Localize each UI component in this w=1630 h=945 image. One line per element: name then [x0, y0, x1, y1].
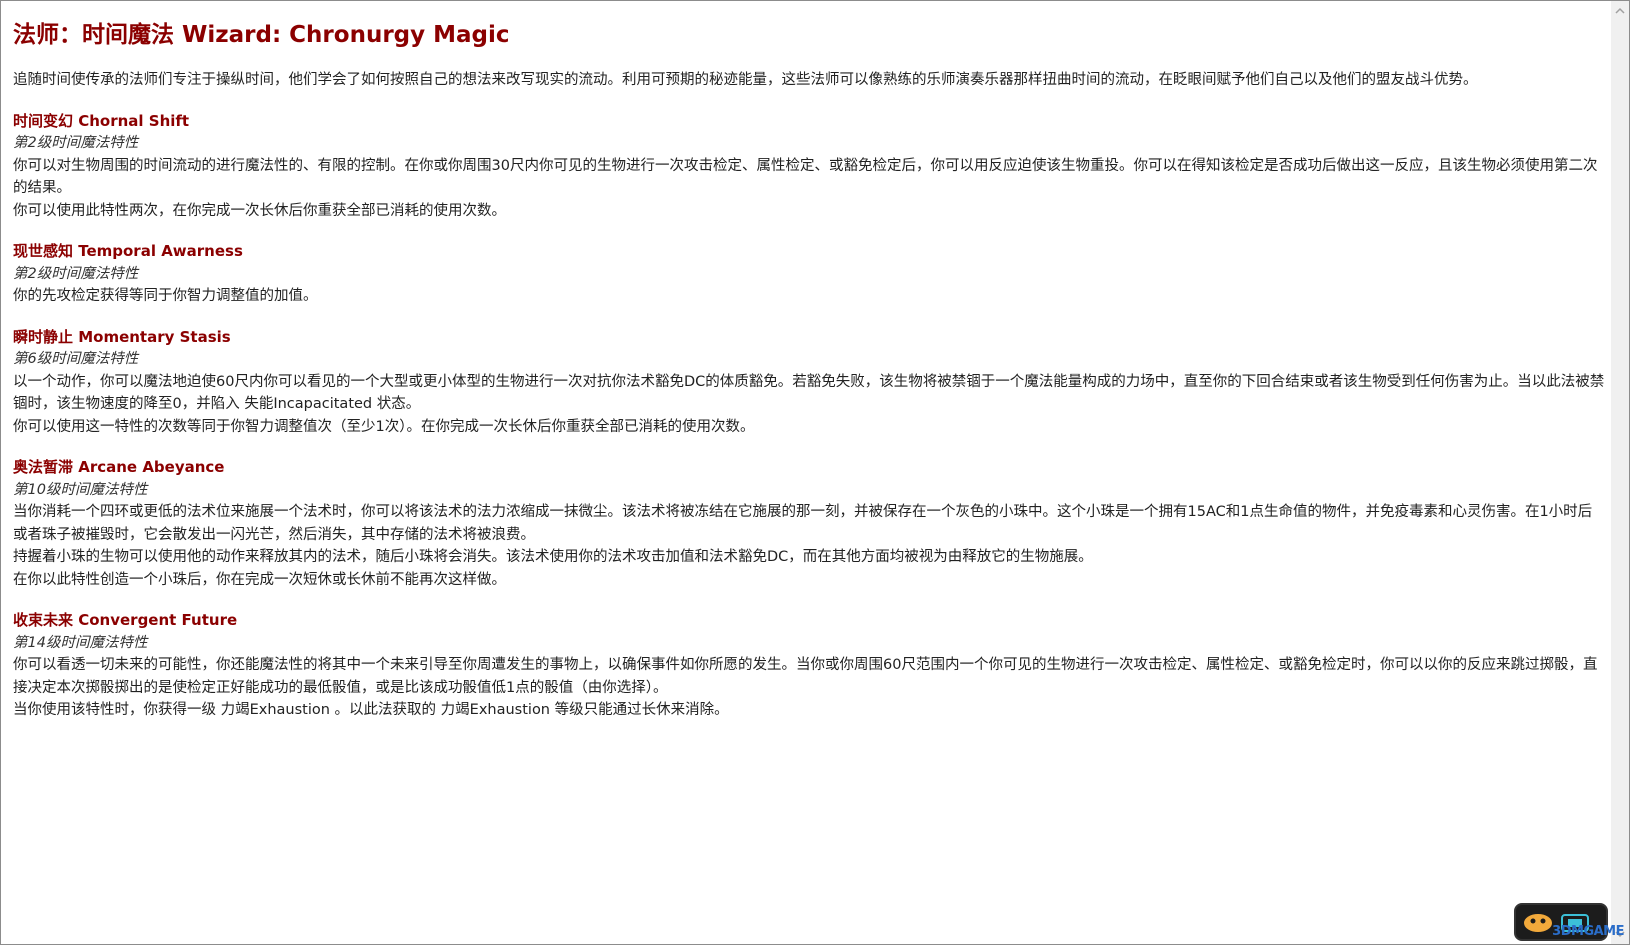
section-paragraph: 在你以此特性创造一个小珠后，你在完成一次短休或长休前不能再次这样做。	[13, 571, 506, 588]
section-paragraph: 你可以看透一切未来的可能性，你还能魔法性的将其中一个未来引导至你周遭发生的事物上…	[13, 657, 1598, 696]
section-paragraph: 你可以对生物周围的时间流动的进行魔法性的、有限的控制。在你或你周围30尺内你可见…	[13, 157, 1598, 197]
section-title: 瞬时静止 Momentary Stasis	[13, 327, 231, 346]
scrollbar-thumb[interactable]	[1615, 23, 1625, 923]
section-title: 收束未来 Convergent Future	[13, 611, 238, 629]
section-momentary-stasis: 瞬时静止 Momentary Stasis 第6级时间魔法特性 以一个动作，你可…	[13, 326, 1605, 439]
section-level: 第10级时间魔法特性	[13, 481, 148, 498]
section-paragraph: 以一个动作，你可以魔法地迫使60尺内你可以看见的一个大型或更小体型的生物进行一次…	[13, 373, 1605, 413]
document-content: 法师：时间魔法 Wizard: Chronurgy Magic 追随时间使传承的…	[13, 9, 1605, 740]
watermark: 3DMGAME	[1506, 897, 1624, 941]
section-paragraph: 持握着小珠的生物可以使用他的动作来释放其内的法术，随后小珠将会消失。该法术使用你…	[13, 549, 1093, 565]
section-level: 第6级时间魔法特性	[13, 351, 139, 367]
section-level: 第14级时间魔法特性	[13, 634, 148, 651]
page-title: 法师：时间魔法 Wizard: Chronurgy Magic	[13, 22, 510, 48]
section-paragraph: 你可以使用这一特性的次数等同于你智力调整值次（至少1次）。在你完成一次长休后你重…	[13, 418, 755, 435]
section-level: 第2级时间魔法特性	[13, 265, 139, 282]
section-title: 奥法暂滞 Arcane Abeyance	[13, 458, 225, 476]
section-arcane-abeyance: 奥法暂滞 Arcane Abeyance 第10级时间魔法特性 当你消耗一个四环…	[13, 456, 1605, 591]
intro-paragraph: 追随时间使传承的法师们专注于操纵时间，他们学会了如何按照自己的想法来改写现实的流…	[13, 72, 1478, 88]
section-chornal-shift: 时间变幻 Chornal Shift 第2级时间魔法特性 你可以对生物周围的时间…	[13, 110, 1605, 223]
watermark-text: 3DMGAME	[1552, 924, 1624, 939]
chevron-up-icon[interactable]	[1614, 5, 1626, 17]
section-level: 第2级时间魔法特性	[13, 135, 139, 151]
section-title: 现世感知 Temporal Awarness	[13, 242, 243, 260]
document-window: 法师：时间魔法 Wizard: Chronurgy Magic 追随时间使传承的…	[0, 0, 1630, 945]
vertical-scrollbar[interactable]	[1611, 1, 1629, 944]
section-paragraph: 你可以使用此特性两次，在你完成一次长休后你重获全部已消耗的使用次数。	[13, 202, 506, 219]
section-paragraph: 你的先攻检定获得等同于你智力调整值的加值。	[13, 288, 318, 304]
section-paragraph: 当你消耗一个四环或更低的法术位来施展一个法术时，你可以将该法术的法力浓缩成一抹微…	[13, 504, 1593, 543]
section-convergent-future: 收束未来 Convergent Future 第14级时间魔法特性 你可以看透一…	[13, 609, 1605, 722]
section-title: 时间变幻 Chornal Shift	[13, 111, 190, 130]
section-temporal-awarness: 现世感知 Temporal Awarness 第2级时间魔法特性 你的先攻检定获…	[13, 240, 1605, 308]
section-paragraph: 当你使用该特性时，你获得一级 力竭Exhaustion 。以此法获取的 力竭Ex…	[13, 702, 729, 718]
